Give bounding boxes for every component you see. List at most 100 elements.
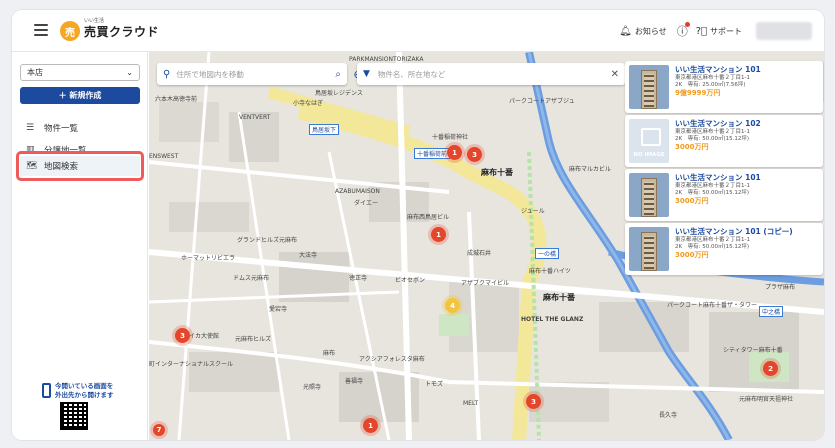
property-spec: 2K 専有: 50.00㎡(15.12坪) <box>675 135 749 142</box>
property-filter-input[interactable]: ▼ 物件名、所在地など ✕ <box>357 63 625 85</box>
property-address: 東京都港区麻布十番２丁目1-1 <box>675 74 750 81</box>
property-spec: 2K 専有: 50.00㎡(15.12坪) <box>675 243 749 250</box>
notification-badge <box>684 22 690 27</box>
phone-icon <box>42 383 51 398</box>
support-label: サポート <box>710 26 742 36</box>
bell-icon: 🔔︎ <box>619 25 632 37</box>
support-button[interactable]: ?⃝ サポート <box>696 26 742 37</box>
map-label: アクシアフォレスタ麻布 <box>359 356 425 363</box>
notifications-button[interactable]: 🔔︎ お知らせ <box>619 26 667 37</box>
map-label: イカ大使館 <box>189 333 220 340</box>
map-label: 成城石井 <box>467 250 492 257</box>
map-label: ドムス元麻布 <box>233 275 270 282</box>
logo-title: 売買クラウド <box>84 25 160 39</box>
promo-line-2: 外出先から開けます <box>55 390 114 399</box>
map-label: 麻布 <box>323 350 336 357</box>
property-card-list: いい生活マンション 101 東京都港区麻布十番２丁目1-1 2K 専有: 25.… <box>625 61 824 279</box>
map-label: 元麻布ヒルズ <box>235 336 272 343</box>
map-label: 愛宕寺 <box>269 306 288 313</box>
map-label: 鳥居坂下 <box>309 124 340 135</box>
map-cluster-marker[interactable]: 1 <box>447 145 462 160</box>
map-label: 徳正寺 <box>349 275 368 282</box>
logo[interactable]: いい生活 売買クラウド <box>84 19 159 39</box>
no-image-placeholder: NO IMAGE <box>629 119 669 163</box>
property-price: 9億9999万円 <box>675 89 721 98</box>
property-title: いい生活マンション 102 <box>675 119 761 128</box>
property-card[interactable]: いい生活マンション 101 東京都港区麻布十番２丁目1-1 2K 専有: 25.… <box>625 61 823 113</box>
close-icon[interactable]: ✕ <box>611 69 619 80</box>
chevron-down-icon: ⌄ <box>126 68 133 77</box>
map-label: ホーマットリビエラ <box>181 255 236 262</box>
store-value: 本店 <box>27 68 43 77</box>
map-label: 大法寺 <box>299 252 318 259</box>
property-card[interactable]: いい生活マンション 101 東京都港区麻布十番２丁目1-1 2K 専有: 50.… <box>625 169 823 221</box>
map-label: シティタワー麻布十番 <box>723 347 783 354</box>
property-price: 3000万円 <box>675 251 709 260</box>
address-search-placeholder: 住所で地図内を移動 <box>176 69 244 79</box>
help-icon: ?⃝ <box>695 25 707 37</box>
map-label: HOTEL THE GLANZ <box>521 316 584 323</box>
mobile-promo[interactable]: 今開いている画面を 外出先から開けます <box>42 382 142 400</box>
sidebar-item-property-list[interactable]: ☰ 物件一覧 <box>20 118 140 138</box>
map-label: 町インターナショナルスクール <box>149 361 234 368</box>
property-card[interactable]: NO IMAGE いい生活マンション 102 東京都港区麻布十番２丁目1-1 2… <box>625 115 823 167</box>
menu-icon[interactable] <box>34 24 48 36</box>
property-card[interactable]: いい生活マンション 101 (コピー) 東京都港区麻布十番２丁目1-1 2K 専… <box>625 223 823 275</box>
info-icon[interactable]: ⓘ <box>677 22 690 39</box>
map-cluster-marker[interactable]: 7 <box>153 424 165 436</box>
property-title: いい生活マンション 101 (コピー) <box>675 227 793 236</box>
sidebar-item-label: 物件一覧 <box>44 124 79 134</box>
list-icon: ☰ <box>26 123 35 133</box>
map-label: 善福寺 <box>345 378 364 385</box>
new-create-button[interactable]: ＋ 新規作成 <box>20 87 140 104</box>
property-price: 3000万円 <box>675 143 709 152</box>
property-filter-placeholder: 物件名、所在地など <box>377 69 446 79</box>
property-thumbnail <box>629 227 669 271</box>
map-label: トモズ <box>425 381 444 388</box>
property-title: いい生活マンション 101 <box>675 173 761 182</box>
map-label: 一の橋 <box>535 248 560 259</box>
map-label: 六本木高徳寺前 <box>155 96 198 103</box>
map-cluster-marker[interactable]: 1 <box>363 418 378 433</box>
highlight-box <box>16 151 144 181</box>
map-label: ENSWEST <box>149 153 179 160</box>
property-address: 東京都港区麻布十番２丁目1-1 <box>675 236 750 243</box>
map-cluster-marker[interactable]: 3 <box>175 328 190 343</box>
map-cluster-marker[interactable]: 1 <box>431 227 446 242</box>
property-thumbnail <box>629 65 669 109</box>
user-menu[interactable] <box>756 22 812 40</box>
address-search-input[interactable]: ⚲ 住所で地図内を移動 ⌕ <box>157 63 347 85</box>
map-label: プラザ麻布 <box>765 284 796 291</box>
map-cluster-marker[interactable]: 2 <box>763 361 778 376</box>
map-label: 麻布マルカビル <box>569 166 611 173</box>
map-label: 光照寺 <box>303 384 322 391</box>
app-window: 売 いい生活 売買クラウド 🔔︎ お知らせ ⓘ ?⃝ サポート 本店 ⌄ ＋ 新… <box>12 10 824 440</box>
property-address: 東京都港区麻布十番２丁目1-1 <box>675 128 750 135</box>
map-label: パークコートアザブジュ <box>509 98 575 105</box>
map-label: 麻布西鳥居ビル <box>407 214 450 221</box>
map-label: アザブクマイビル <box>461 280 510 287</box>
map-cluster-marker[interactable]: 4 <box>445 298 460 313</box>
notifications-label: お知らせ <box>634 26 667 36</box>
map-label: PARKMANSIONTORIZAKA <box>349 56 424 63</box>
map-label: 十番稲荷神社 <box>432 134 469 141</box>
map-cluster-marker[interactable]: 3 <box>526 394 541 409</box>
property-price: 3000万円 <box>675 197 709 206</box>
qr-code <box>60 402 88 430</box>
map-label: 元麻布明官天祖神社 <box>739 396 794 403</box>
location-pin-icon: ⚲ <box>163 68 171 80</box>
map-label: ダイエー <box>354 200 378 207</box>
promo-line-1: 今開いている画面を <box>55 382 114 390</box>
property-spec: 2K 専有: 25.00㎡(7.56坪) <box>675 81 746 88</box>
property-address: 東京都港区麻布十番２丁目1-1 <box>675 182 750 189</box>
map-view[interactable]: PARKMANSIONTORIZAKA 六本木高徳寺前 鳥居坂レジデンス 小寺な… <box>149 52 824 440</box>
map-label: VENTVERT <box>239 114 271 121</box>
property-title: いい生活マンション 101 <box>675 65 761 74</box>
map-label: 麻布十番ハイツ <box>529 268 571 275</box>
search-icon[interactable]: ⌕ <box>335 69 341 80</box>
map-label: 長久寺 <box>659 412 678 419</box>
map-label: 麻布十番 <box>481 168 513 177</box>
property-thumbnail <box>629 173 669 217</box>
map-cluster-marker[interactable]: 3 <box>467 147 482 162</box>
store-select[interactable]: 本店 ⌄ <box>20 64 140 81</box>
